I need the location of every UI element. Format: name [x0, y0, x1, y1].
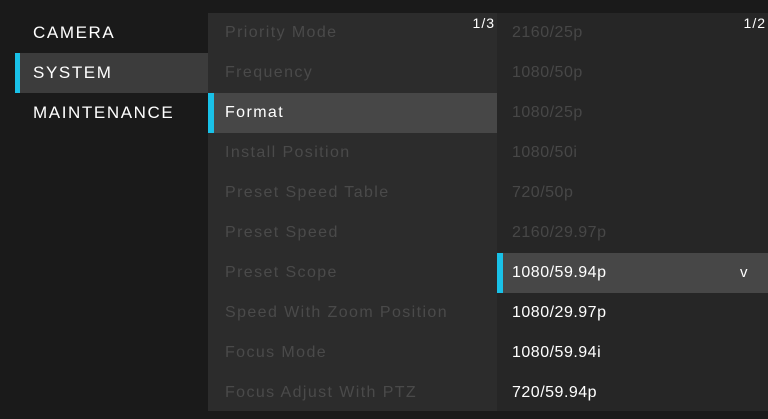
main-menu: CAMERA SYSTEM MAINTENANCE	[15, 13, 208, 133]
main-menu-item-maintenance[interactable]: MAINTENANCE	[15, 93, 208, 133]
main-menu-item-camera[interactable]: CAMERA	[15, 13, 208, 53]
selected-check-icon: v	[740, 264, 748, 281]
system-submenu: 1/3 Priority Mode Frequency Format Insta…	[208, 13, 497, 411]
format-option-label: 1080/29.97p	[512, 304, 607, 321]
format-option-label: 720/59.94p	[512, 384, 598, 401]
format-option[interactable]: 1080/59.94i	[497, 333, 768, 373]
menu-screen: CAMERA SYSTEM MAINTENANCE 1/3 Priority M…	[0, 0, 768, 419]
format-option-label: 1080/50i	[512, 144, 578, 161]
submenu-item-label: Install Position	[225, 144, 351, 161]
submenu-item-install-position[interactable]: Install Position	[208, 133, 497, 173]
submenu-item-label: Focus Adjust With PTZ	[225, 384, 418, 401]
main-menu-item-label: MAINTENANCE	[33, 103, 175, 122]
submenu-item-label: Focus Mode	[225, 344, 328, 361]
submenu-item-focus-adjust-with-ptz[interactable]: Focus Adjust With PTZ	[208, 373, 497, 413]
format-options-list: 1/2 2160/25p 1080/50p 1080/25p 1080/50i …	[497, 13, 768, 411]
submenu-item-label: Preset Speed Table	[225, 184, 390, 201]
format-option-label: 720/50p	[512, 184, 574, 201]
submenu-item-label: Priority Mode	[225, 24, 338, 41]
submenu-item-preset-speed-table[interactable]: Preset Speed Table	[208, 173, 497, 213]
main-menu-item-label: SYSTEM	[33, 63, 113, 82]
format-option-label: 1080/25p	[512, 104, 583, 121]
submenu-item-focus-mode[interactable]: Focus Mode	[208, 333, 497, 373]
format-option-label: 2160/29.97p	[512, 224, 607, 241]
format-option-label: 1080/59.94i	[512, 344, 602, 361]
submenu-item-format[interactable]: Format	[208, 93, 497, 133]
submenu-item-frequency[interactable]: Frequency	[208, 53, 497, 93]
main-menu-item-system[interactable]: SYSTEM	[15, 53, 208, 93]
format-option[interactable]: 2160/29.97p	[497, 213, 768, 253]
format-option[interactable]: 720/59.94p	[497, 373, 768, 413]
submenu-item-label: Format	[225, 104, 285, 121]
format-option-label: 1080/50p	[512, 64, 583, 81]
format-option-label: 2160/25p	[512, 24, 583, 41]
format-option[interactable]: 2160/25p	[497, 13, 768, 53]
submenu-item-label: Preset Scope	[225, 264, 338, 281]
format-option[interactable]: 1080/29.97p	[497, 293, 768, 333]
format-option-label: 1080/59.94p	[512, 264, 607, 281]
submenu-item-preset-scope[interactable]: Preset Scope	[208, 253, 497, 293]
submenu-item-label: Frequency	[225, 64, 314, 81]
format-option[interactable]: 1080/50p	[497, 53, 768, 93]
submenu-item-speed-with-zoom-position[interactable]: Speed With Zoom Position	[208, 293, 497, 333]
submenu-item-label: Speed With Zoom Position	[225, 304, 449, 321]
submenu-item-priority-mode[interactable]: Priority Mode	[208, 13, 497, 53]
format-option[interactable]: 1080/50i	[497, 133, 768, 173]
main-menu-item-label: CAMERA	[33, 23, 116, 42]
format-option-selected[interactable]: 1080/59.94p v	[497, 253, 768, 293]
format-option[interactable]: 1080/25p	[497, 93, 768, 133]
submenu-item-label: Preset Speed	[225, 224, 339, 241]
submenu-item-preset-speed[interactable]: Preset Speed	[208, 213, 497, 253]
format-option[interactable]: 720/50p	[497, 173, 768, 213]
